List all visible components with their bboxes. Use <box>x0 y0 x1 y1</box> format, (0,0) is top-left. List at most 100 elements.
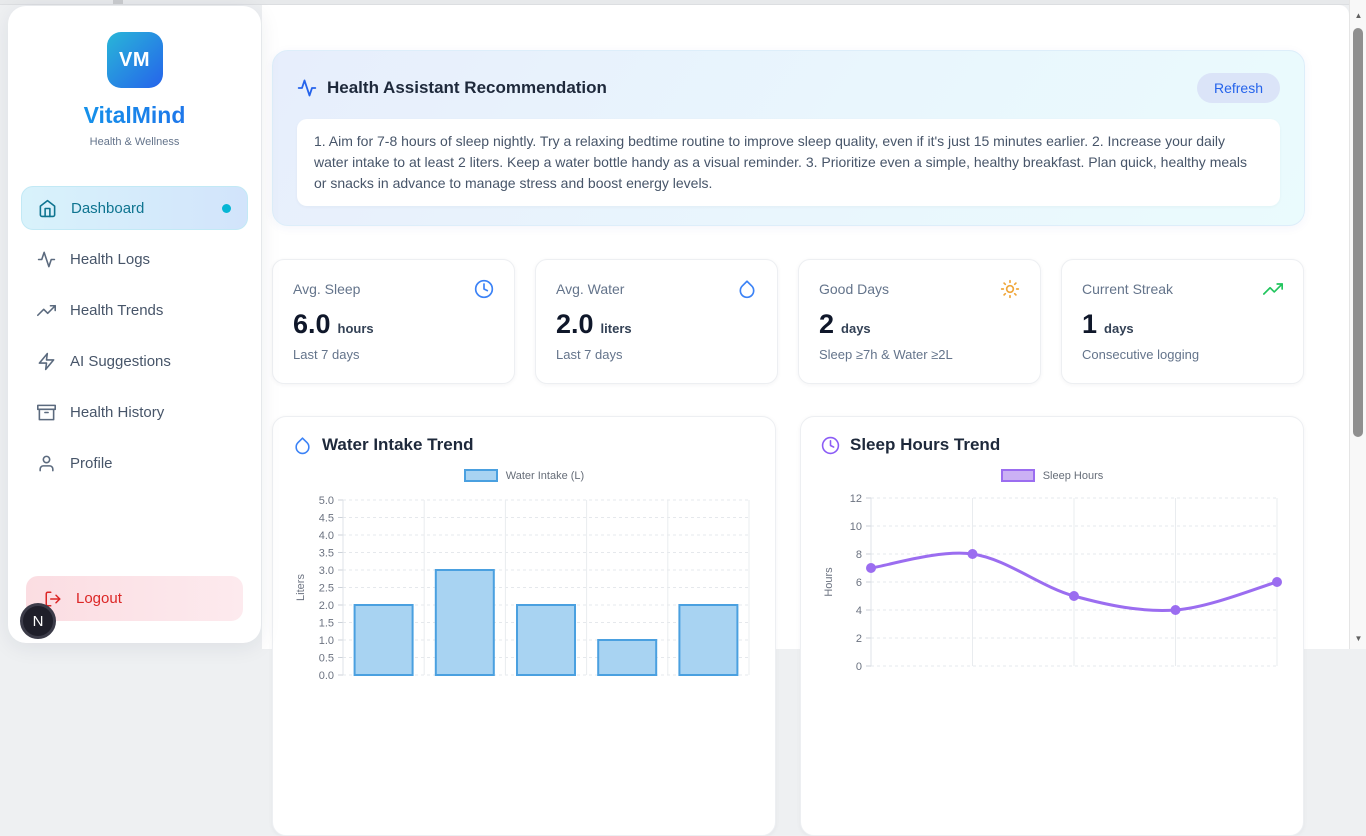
app-tagline: Health & Wellness <box>8 136 261 148</box>
stat-label: Avg. Water <box>556 281 624 297</box>
trending-up-icon <box>37 301 56 320</box>
stat-label: Good Days <box>819 281 889 297</box>
stat-value: 2 <box>819 309 834 340</box>
stat-card-avg-sleep: Avg. Sleep 6.0 hours Last 7 days <box>272 259 515 384</box>
recommendation-title: Health Assistant Recommendation <box>327 78 607 98</box>
vertical-scrollbar[interactable]: ▲ ▼ <box>1349 0 1366 649</box>
stat-unit: days <box>841 321 871 336</box>
overlay-n-badge[interactable]: N <box>20 603 56 639</box>
sleep-hours-line-chart: 12 10 8 6 4 2 0 Hours <box>821 486 1285 691</box>
legend-swatch <box>1001 469 1035 482</box>
sidebar-item-health-trends[interactable]: Health Trends <box>21 288 248 332</box>
legend-label: Water Intake (L) <box>506 470 584 482</box>
svg-text:3.5: 3.5 <box>319 548 334 560</box>
scroll-up-arrow-icon[interactable]: ▲ <box>1350 8 1366 24</box>
clock-icon <box>474 279 494 299</box>
sidebar-item-label: Health Logs <box>70 251 150 268</box>
legend-label: Sleep Hours <box>1043 470 1104 482</box>
top-notch <box>113 0 123 4</box>
archive-icon <box>37 403 56 422</box>
svg-text:3.0: 3.0 <box>319 565 334 577</box>
user-icon <box>37 454 56 473</box>
charts-row: Water Intake Trend Water Intake (L) 5.0 4… <box>272 416 1305 836</box>
chart-legend: Sleep Hours <box>821 469 1283 482</box>
stat-value: 1 <box>1082 309 1097 340</box>
stat-card-current-streak: Current Streak 1 days Consecutive loggin… <box>1061 259 1304 384</box>
app-logo: VM <box>107 32 163 88</box>
stat-label: Avg. Sleep <box>293 281 360 297</box>
brand: VM VitalMind Health & Wellness <box>8 6 261 148</box>
chart-title: Water Intake Trend <box>322 435 473 455</box>
stat-unit: hours <box>338 321 374 336</box>
sidebar-item-label: Profile <box>70 455 113 472</box>
refresh-button[interactable]: Refresh <box>1197 73 1280 103</box>
clock-icon <box>821 436 840 455</box>
stat-card-avg-water: Avg. Water 2.0 liters Last 7 days <box>535 259 778 384</box>
svg-text:2: 2 <box>856 633 862 645</box>
stats-row: Avg. Sleep 6.0 hours Last 7 days Avg. Wa… <box>272 259 1305 384</box>
sidebar-item-label: Dashboard <box>71 200 144 217</box>
stat-subtext: Consecutive logging <box>1082 347 1283 362</box>
sidebar-item-label: AI Suggestions <box>70 353 171 370</box>
active-indicator-dot <box>222 204 231 213</box>
sidebar: VM VitalMind Health & Wellness Dashboard… <box>8 6 261 643</box>
stat-unit: days <box>1104 321 1134 336</box>
logout-label: Logout <box>76 590 122 607</box>
recommendation-card: Health Assistant Recommendation Refresh … <box>272 50 1305 226</box>
svg-text:5.0: 5.0 <box>319 495 334 507</box>
stat-subtext: Sleep ≥7h & Water ≥2L <box>819 347 1020 362</box>
stat-card-good-days: Good Days 2 days Sleep ≥7h & Water ≥2L <box>798 259 1041 384</box>
sleep-hours-chart-card: Sleep Hours Trend Sleep Hours 12 10 8 6 4 2 0 H… <box>800 416 1304 836</box>
browser-top-strip <box>0 0 1366 5</box>
activity-pulse-icon <box>297 78 317 98</box>
svg-text:2.0: 2.0 <box>319 600 334 612</box>
svg-text:Liters: Liters <box>295 574 307 601</box>
stat-subtext: Last 7 days <box>556 347 757 362</box>
sidebar-item-label: Health Trends <box>70 302 163 319</box>
sidebar-item-health-history[interactable]: Health History <box>21 390 248 434</box>
sidebar-item-profile[interactable]: Profile <box>21 441 248 485</box>
water-intake-chart-card: Water Intake Trend Water Intake (L) 5.0 4… <box>272 416 776 836</box>
svg-text:4.5: 4.5 <box>319 513 334 525</box>
main-content: Health Assistant Recommendation Refresh … <box>272 0 1305 836</box>
stat-subtext: Last 7 days <box>293 347 494 362</box>
activity-icon <box>37 250 56 269</box>
sun-icon <box>1000 279 1020 299</box>
svg-text:4.0: 4.0 <box>319 530 334 542</box>
svg-text:4: 4 <box>856 605 862 617</box>
trending-up-icon <box>1263 279 1283 299</box>
scrollbar-thumb[interactable] <box>1353 28 1363 437</box>
legend-swatch <box>464 469 498 482</box>
droplet-icon <box>293 436 312 455</box>
scroll-down-arrow-icon[interactable]: ▼ <box>1350 631 1366 647</box>
zap-icon <box>37 352 56 371</box>
svg-text:8: 8 <box>856 549 862 561</box>
svg-text:0.0: 0.0 <box>319 670 334 682</box>
stat-value: 2.0 <box>556 309 594 340</box>
stat-label: Current Streak <box>1082 281 1173 297</box>
chart-title: Sleep Hours Trend <box>850 435 1000 455</box>
svg-text:2.5: 2.5 <box>319 583 334 595</box>
sidebar-item-dashboard[interactable]: Dashboard <box>21 186 248 230</box>
stat-unit: liters <box>601 321 632 336</box>
sidebar-item-label: Health History <box>70 404 164 421</box>
water-intake-bar-chart: 5.0 4.5 4.0 3.5 3.0 2.5 2.0 1.5 1.0 0.5 0.0 Liters <box>293 486 757 701</box>
svg-text:12: 12 <box>850 493 862 505</box>
logout-button[interactable]: Logout <box>26 576 243 621</box>
app-name: VitalMind <box>8 102 261 129</box>
sidebar-item-ai-suggestions[interactable]: AI Suggestions <box>21 339 248 383</box>
recommendation-header: Health Assistant Recommendation Refresh <box>297 73 1280 103</box>
svg-text:Hours: Hours <box>823 567 835 597</box>
chart-legend: Water Intake (L) <box>293 469 755 482</box>
sidebar-item-health-logs[interactable]: Health Logs <box>21 237 248 281</box>
svg-text:10: 10 <box>850 521 862 533</box>
svg-text:6: 6 <box>856 577 862 589</box>
svg-text:0.5: 0.5 <box>319 653 334 665</box>
svg-text:1.5: 1.5 <box>319 618 334 630</box>
droplet-icon <box>737 279 757 299</box>
svg-text:0: 0 <box>856 661 862 673</box>
sidebar-nav: Dashboard Health Logs Health Trends AI S… <box>8 186 261 485</box>
stat-value: 6.0 <box>293 309 331 340</box>
recommendation-body: 1. Aim for 7-8 hours of sleep nightly. T… <box>297 119 1280 206</box>
svg-text:1.0: 1.0 <box>319 635 334 647</box>
